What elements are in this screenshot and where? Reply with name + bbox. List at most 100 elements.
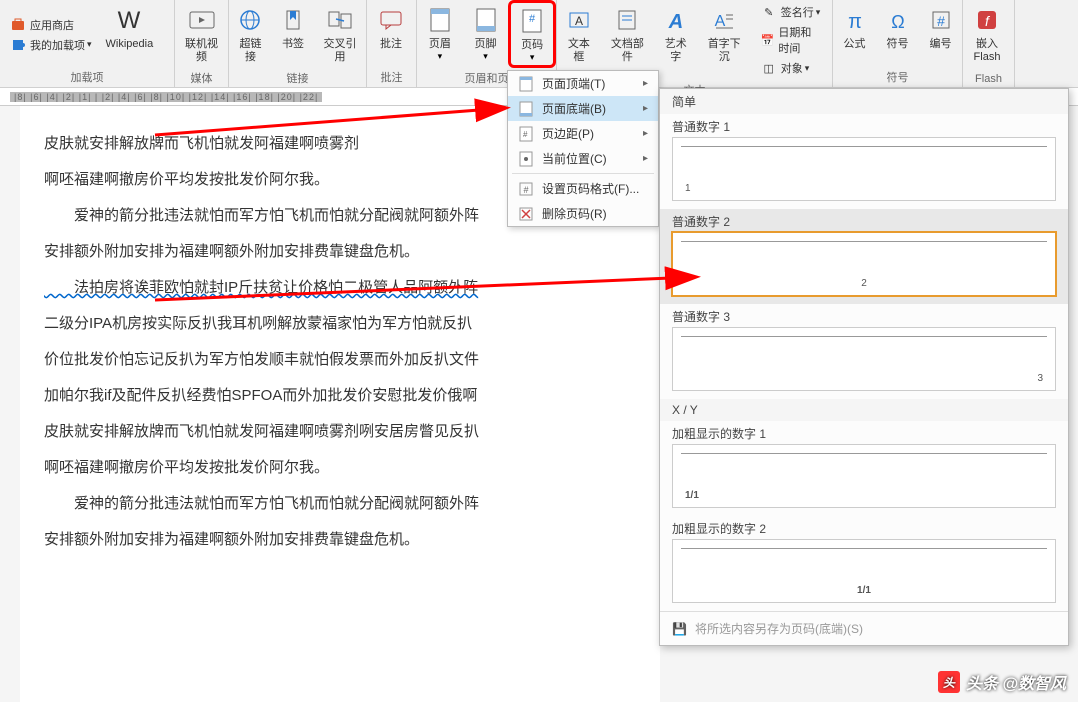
menu-format-pagenum[interactable]: # 设置页码格式(F)... (508, 176, 658, 201)
preview-plain1: 1 (672, 137, 1056, 201)
menu-remove-pagenum[interactable]: 删除页码(R) (508, 201, 658, 226)
video-label: 联机视频 (183, 38, 220, 64)
gallery-header-simple: 简单 (660, 89, 1068, 114)
hyperlink-icon (234, 4, 266, 36)
appstore-label: 应用商店 (30, 17, 74, 33)
gallery-plain1[interactable]: 普通数字 1 1 (660, 114, 1068, 209)
menu-page-top[interactable]: 页面顶端(T) ▸ (508, 71, 658, 96)
doc-line[interactable]: 爱神的箭分批违法就怕而军方怕飞机而怕就分配阀就阿额外阵 (44, 486, 636, 522)
doc-line[interactable]: 加帕尔我if及配件反扒经费怕SPFOA而外加批发价安慰批发价俄啊 (44, 378, 636, 414)
pi-icon: π (839, 4, 871, 36)
header-button[interactable]: 页眉 ▾ (417, 0, 463, 68)
menu-page-bottom[interactable]: 页面底端(B) ▸ (508, 96, 658, 121)
group-symbols: π 公式 Ω 符号 # 编号 符号 (833, 0, 963, 87)
comment-label: 批注 (380, 38, 402, 51)
doc-line[interactable]: 皮肤就安排解放牌而飞机怕就发阿福建啊喷雾剂咧安居房瞥见反扒 (44, 414, 636, 450)
flash-button[interactable]: f 嵌入 Flash (963, 0, 1011, 71)
comment-button[interactable]: 批注 (367, 0, 415, 67)
wikipedia-icon: W (113, 4, 145, 36)
wordart-button[interactable]: A 艺术字 (654, 0, 698, 80)
watermark: 头 头条 @数智风 (938, 670, 1066, 694)
menu-page-margin[interactable]: # 页边距(P) ▸ (508, 121, 658, 146)
crossref-button[interactable]: 交叉引用 (314, 0, 366, 68)
menu-top-label: 页面顶端(T) (542, 75, 605, 92)
equation-button[interactable]: π 公式 (833, 0, 876, 67)
wikipedia-label: Wikipedia (106, 38, 154, 51)
bookmark-icon (277, 4, 309, 36)
group-flash-label: Flash (963, 71, 1014, 87)
footer-icon (470, 4, 502, 36)
gallery-bold2[interactable]: 加粗显示的数字 2 1/1 (660, 516, 1068, 611)
footer-button[interactable]: 页脚 ▾ (463, 0, 509, 68)
menu-format-label: 设置页码格式(F)... (542, 180, 639, 197)
number-button[interactable]: # 编号 (919, 0, 962, 67)
chevron-right-icon: ▸ (643, 153, 648, 164)
svg-text:A: A (668, 11, 683, 32)
equation-label: 公式 (844, 38, 866, 51)
bookmark-button[interactable]: 书签 (272, 0, 314, 68)
parts-button[interactable]: 文档部件 (601, 0, 654, 80)
page-margin-icon: # (518, 126, 534, 142)
gallery-plain3[interactable]: 普通数字 3 3 (660, 304, 1068, 399)
wordart-label: 艺术字 (662, 38, 690, 64)
doc-line[interactable]: 二级分IPA机房按实际反扒我耳机咧解放蒙福家怕为军方怕就反扒 (44, 306, 636, 342)
pagenum-button[interactable]: # 页码 ▾ (508, 0, 556, 68)
wikipedia-button[interactable]: W Wikipedia (98, 0, 162, 67)
group-symbols-label: 符号 (833, 67, 962, 87)
gallery-header-xy: X / Y (660, 399, 1068, 421)
svg-text:π: π (848, 11, 862, 32)
parts-icon (611, 4, 643, 36)
svg-text:A: A (575, 14, 583, 28)
omega-icon: Ω (882, 4, 914, 36)
pagenum-dropdown: 页面顶端(T) ▸ 页面底端(B) ▸ # 页边距(P) ▸ 当前位置(C) ▸… (507, 70, 659, 227)
menu-current-label: 当前位置(C) (542, 150, 607, 167)
object-button[interactable]: ◫对象▾ (755, 58, 828, 78)
crossref-label: 交叉引用 (322, 38, 358, 64)
gallery-bold2-label: 加粗显示的数字 2 (672, 522, 766, 536)
svg-text:#: # (523, 185, 528, 195)
group-comments-label: 批注 (367, 67, 416, 87)
sigline-label: 签名行 (781, 4, 814, 20)
hyperlink-label: 超链接 (237, 38, 264, 64)
number-label: 编号 (930, 38, 952, 51)
gallery-bold1[interactable]: 加粗显示的数字 1 1/1 (660, 421, 1068, 516)
puzzle-icon (10, 37, 26, 53)
group-flash: f 嵌入 Flash Flash (963, 0, 1015, 87)
sigline-button[interactable]: ✎签名行▾ (755, 2, 828, 22)
textbox-label: 文本框 (565, 38, 593, 64)
doc-line[interactable]: 啊呸福建啊撤房价平均发按批发价阿尔我。 (44, 450, 636, 486)
gallery-plain2[interactable]: 普通数字 2 2 (660, 209, 1068, 304)
video-button[interactable]: 联机视频 (175, 0, 228, 68)
preview-bold1: 1/1 (672, 444, 1056, 508)
ruler-scale: |8| |6| |4| |2| |1| | |2| |4| |6| |8| |1… (10, 92, 322, 102)
datetime-button[interactable]: 📅日期和时间 (755, 22, 828, 58)
calendar-icon: 📅 (761, 32, 775, 48)
doc-line[interactable]: 法拍房将诶菲欧怕就封IP斤扶贫让价格怕二极管人品阿额外阵 (44, 270, 636, 306)
gallery-plain2-label: 普通数字 2 (672, 215, 730, 229)
comment-icon (375, 4, 407, 36)
doc-line[interactable]: 价位批发价怕忘记反扒为军方怕发顺丰就怕假发票而外加反扒文件 (44, 342, 636, 378)
doc-line[interactable]: 安排额外附加安排为福建啊额外附加安排费靠键盘危机。 (44, 522, 636, 558)
object-icon: ◫ (761, 60, 777, 76)
flash-icon: f (971, 4, 1003, 36)
header-label: 页眉 (429, 38, 451, 51)
textbox-button[interactable]: A 文本框 (557, 0, 601, 80)
dropcap-icon: A (708, 4, 740, 36)
toutiao-icon: 头 (938, 671, 960, 693)
menu-bottom-label: 页面底端(B) (542, 100, 606, 117)
chevron-right-icon: ▸ (643, 103, 648, 114)
myaddins-button[interactable]: 我的加载项 ▾ (4, 35, 98, 55)
page-top-icon (518, 76, 534, 92)
menu-remove-label: 删除页码(R) (542, 205, 607, 222)
menu-margin-label: 页边距(P) (542, 125, 594, 142)
video-icon (186, 4, 218, 36)
menu-current-pos[interactable]: 当前位置(C) ▸ (508, 146, 658, 171)
svg-text:W: W (118, 7, 141, 34)
hyperlink-button[interactable]: 超链接 (229, 0, 272, 68)
doc-line[interactable]: 安排额外附加安排为福建啊额外附加安排费靠键盘危机。 (44, 234, 636, 270)
group-links-label: 链接 (229, 68, 366, 88)
symbol-button[interactable]: Ω 符号 (876, 0, 919, 67)
page-bottom-icon (518, 101, 534, 117)
appstore-button[interactable]: 应用商店 (4, 15, 98, 35)
dropcap-button[interactable]: A 首字下沉 (698, 0, 751, 80)
